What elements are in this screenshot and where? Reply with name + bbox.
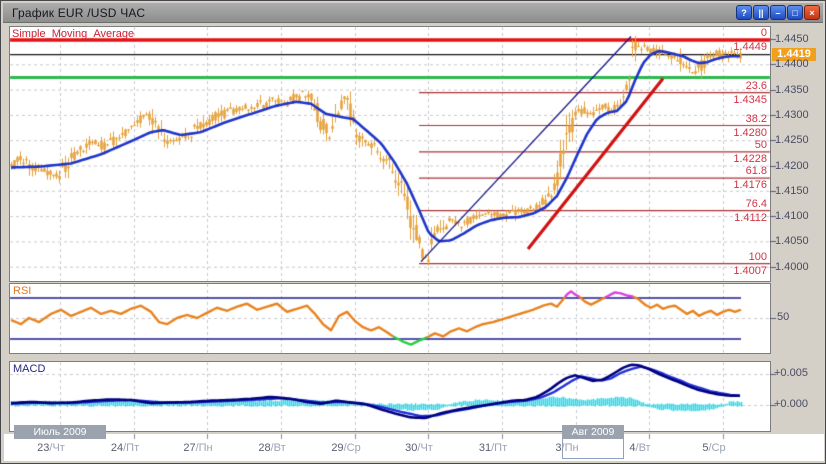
price-axis-label: 1.4400 [775, 58, 809, 70]
price-axis-label: 1.4050 [775, 235, 809, 247]
day-label: 30/Чт [397, 442, 441, 454]
day-label: 28/Вт [250, 442, 294, 454]
price-axis-label: 1.4300 [775, 109, 809, 121]
month-badge-july: Июль 2009 [14, 425, 106, 439]
price-axis-label: 1.4350 [775, 84, 809, 96]
price-axis-label: 1.4000 [775, 261, 809, 273]
price-axis-label: 1.4150 [775, 185, 809, 197]
month-badge-august: Авг 2009 [562, 425, 624, 439]
macd-indicator-label: MACD [13, 363, 45, 375]
day-label: 27/Пн [176, 442, 220, 454]
fib-percent-label: 100 [687, 251, 767, 263]
fib-percent-label: 0 [687, 27, 767, 39]
day-label: 3/Пн [545, 442, 589, 454]
price-axis-label: 1.4450 [775, 33, 809, 45]
fib-percent-label: 76.4 [687, 198, 767, 210]
day-label: 24/Пт [103, 442, 147, 454]
price-axis-label: 1.4200 [775, 160, 809, 172]
day-label: 4/Вт [618, 442, 662, 454]
fib-percent-label: 61.8 [687, 165, 767, 177]
fib-price-label: 1.4176 [687, 179, 767, 191]
macd-axis-label-upper: +0.005 [774, 367, 808, 379]
rsi-axis-label: 50 [777, 311, 789, 323]
chart-window: График EUR /USD ЧАС ?||–□× Simple_Moving… [0, 0, 826, 464]
fib-price-label: 1.4280 [687, 127, 767, 139]
day-label: 31/Пт [471, 442, 515, 454]
chart-canvas[interactable] [1, 1, 826, 464]
fib-price-label: 1.4228 [687, 153, 767, 165]
fib-percent-label: 38.2 [687, 113, 767, 125]
day-label: 5/Ср [692, 442, 736, 454]
price-axis-label: 1.4250 [775, 134, 809, 146]
day-label: 29/Ср [324, 442, 368, 454]
day-label: 23/Чт [29, 442, 73, 454]
fib-price-label: 1.4345 [687, 94, 767, 106]
fib-percent-label: 23.6 [687, 80, 767, 92]
macd-axis-label-zero: +0.000 [774, 398, 808, 410]
fib-price-label: 1.4007 [687, 265, 767, 277]
sma-indicator-label: Simple_Moving_Average [12, 28, 134, 40]
fib-price-label: 1.4449 [687, 41, 767, 53]
rsi-indicator-label: RSI [13, 285, 31, 297]
fib-price-label: 1.4112 [687, 212, 767, 224]
price-axis-label: 1.4100 [775, 210, 809, 222]
fib-percent-label: 50 [687, 139, 767, 151]
